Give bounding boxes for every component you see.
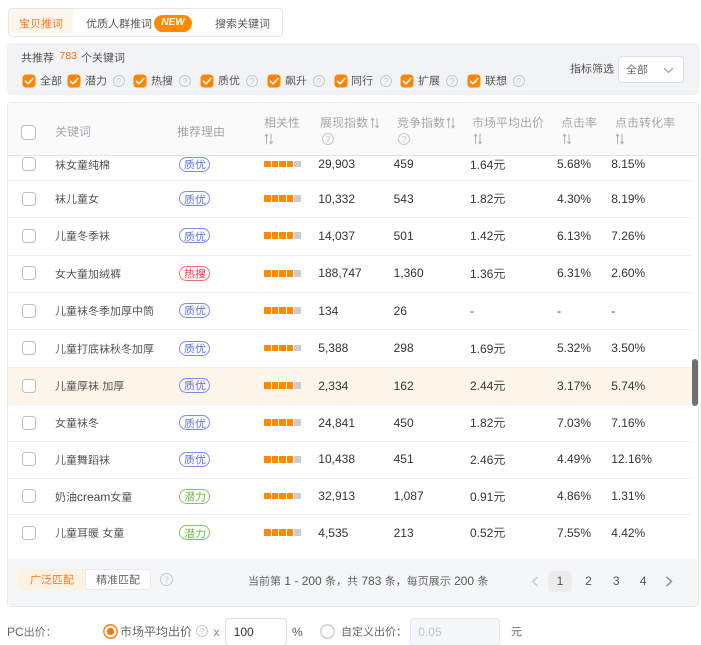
svg-text:?: ? xyxy=(183,76,188,86)
svg-text:?: ? xyxy=(164,574,169,584)
svg-text:?: ? xyxy=(402,134,407,144)
svg-text:?: ? xyxy=(316,76,321,86)
svg-text:?: ? xyxy=(383,76,388,86)
svg-text:?: ? xyxy=(450,76,455,86)
svg-text:?: ? xyxy=(199,626,204,636)
svg-text:?: ? xyxy=(116,76,121,86)
svg-text:?: ? xyxy=(517,76,522,86)
svg-text:?: ? xyxy=(326,134,331,144)
svg-text:?: ? xyxy=(250,76,255,86)
